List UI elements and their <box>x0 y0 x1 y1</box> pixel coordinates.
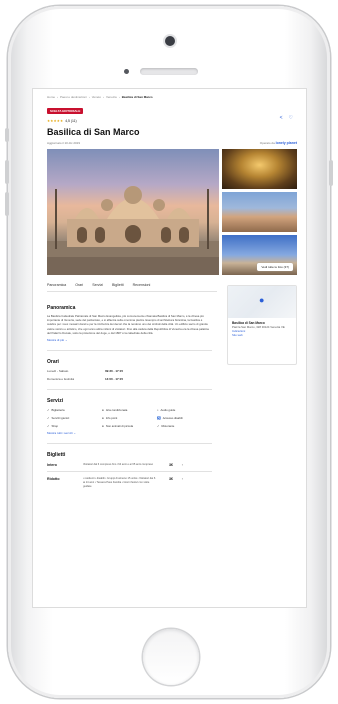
hours-day: Domenica e festività <box>47 377 75 382</box>
service-item: ✓ Ristorante <box>157 424 175 429</box>
hours-day: Lunedì - Sabato <box>47 369 69 374</box>
proximity-sensor <box>124 69 129 74</box>
source-credit: Operato da lonely planet <box>260 141 297 145</box>
square-photo[interactable] <box>222 192 297 232</box>
ticket-price: 3€ <box>169 463 173 468</box>
check-icon: ✓ <box>157 424 160 429</box>
power-button <box>329 160 333 186</box>
divider <box>47 350 212 352</box>
share-icon[interactable]: < <box>280 115 283 121</box>
map-preview[interactable]: ● <box>228 286 296 318</box>
chevron-right-icon: › <box>181 477 183 482</box>
divider <box>47 471 212 473</box>
rating: ★★★★★ 4,5 (11) <box>47 119 297 123</box>
service-item: ● Non animali di piccola <box>102 424 134 429</box>
screen: Home › Paesi e destinazioni › Veneto › Vene… <box>32 88 307 608</box>
service-item: ♿ Accesso disabili <box>157 416 183 421</box>
service-item: ✓ Servizi igienici <box>47 416 70 421</box>
meta-row: Aggiornato il 10 dic 2019 Operato da lon… <box>47 141 297 145</box>
service-item: ✓ Shop <box>47 424 59 429</box>
show-more-link[interactable]: Mostra di più ⌄ <box>47 338 212 342</box>
tab-overview[interactable]: Panoramica <box>47 283 66 287</box>
services-grid: ✓ Biglietteria ● Aria condizionata ♪ Audio … <box>47 408 212 428</box>
ticket-description: • residenti • disabili • Gruppi di almen… <box>83 477 156 489</box>
section-tabs: Panoramica Orari Servizi Biglietti Recen… <box>47 283 217 292</box>
campanile-photo[interactable]: Vedi tutte le foto (37) <box>222 235 297 275</box>
overview-text: La Basilica Cattedrale Patriarcale di Sa… <box>47 314 209 335</box>
tab-hours[interactable]: Orari <box>75 283 83 287</box>
map-card: ● Basilica di San Marco Piazza San Marco… <box>227 285 297 365</box>
tab-services[interactable]: Servizi <box>92 283 103 287</box>
chevron-right-icon: › <box>181 463 183 468</box>
volume-down-button <box>5 192 9 216</box>
ticket-row[interactable]: Intero Visitatori dal 6 compreso fino i … <box>47 463 212 467</box>
divider <box>47 443 212 445</box>
breadcrumb-region[interactable]: Veneto <box>92 95 101 99</box>
dot-icon: ● <box>102 416 104 421</box>
basilica-illustration <box>47 186 219 275</box>
overview-title: Panoramica <box>47 305 76 311</box>
check-icon: ✓ <box>47 416 50 421</box>
tickets-title: Biglietti <box>47 452 66 459</box>
tab-tickets[interactable]: Biglietti <box>112 283 124 287</box>
services-title: Servizi <box>47 398 64 405</box>
volume-up-button <box>5 160 9 184</box>
breadcrumb-current: Basilica di San Marco <box>121 95 153 99</box>
map-info: Basilica di San Marco Piazza San Marco, … <box>228 318 296 340</box>
breadcrumb-city[interactable]: Venezia <box>106 95 117 99</box>
show-all-services-link[interactable]: Mostra tutti i servizi ⌄ <box>47 431 212 435</box>
dot-icon: ● <box>102 408 104 413</box>
check-icon: ✓ <box>47 424 50 429</box>
tab-reviews[interactable]: Recensioni <box>133 283 151 287</box>
interior-photo[interactable] <box>222 149 297 189</box>
ticket-price: 3€ <box>169 477 173 482</box>
hours-row: Lunedì - Sabato 09:30 - 17:15 <box>47 369 212 373</box>
ticket-name: Intero <box>47 463 57 468</box>
page-title: Basilica di San Marco <box>47 127 140 137</box>
editorial-badge: SCELTA EDITORIALE <box>47 108 84 114</box>
front-camera <box>165 36 175 46</box>
check-icon: ✓ <box>47 408 50 413</box>
view-all-photos-button[interactable]: Vedi tutte le foto (37) <box>257 263 293 271</box>
header-actions: < ♡ <box>280 115 293 121</box>
divider <box>47 389 212 391</box>
heart-icon[interactable]: ♡ <box>289 115 293 121</box>
main-column: Panoramica La Basilica Cattedrale Patria… <box>47 305 212 489</box>
service-item: ● Aria condizionata <box>102 408 128 413</box>
service-item: ● Info point <box>102 416 118 421</box>
ticket-row[interactable]: Ridotto • residenti • disabili • Gruppi … <box>47 477 212 489</box>
hours-time: 14:00 - 17:15 <box>105 377 124 382</box>
service-item: ♪ Audio guide <box>157 408 176 413</box>
rating-stars: ★★★★★ <box>47 119 64 123</box>
hours-title: Orari <box>47 359 59 366</box>
ticket-description: Visitatori dal 6 compreso fino i 64 anni… <box>83 463 154 467</box>
dot-icon: ● <box>102 424 104 429</box>
hours-time: 09:30 - 17:15 <box>105 369 124 374</box>
page-content: Home › Paesi e destinazioni › Veneto › Vene… <box>47 95 297 488</box>
source-label: Operato da <box>259 141 275 145</box>
service-item: ✓ Biglietteria <box>47 408 65 413</box>
website-link[interactable]: Sito web <box>232 333 292 337</box>
music-icon: ♪ <box>157 408 159 413</box>
hours-row: Domenica e festività 14:00 - 17:15 <box>47 377 212 381</box>
map-pin-icon: ● <box>259 295 265 305</box>
main-photo[interactable] <box>47 149 219 275</box>
photo-gallery: Vedi tutte le foto (37) <box>47 149 297 275</box>
home-button[interactable] <box>143 629 199 685</box>
updated-date: Aggiornato il 10 dic 2019 <box>47 141 81 145</box>
wheelchair-icon: ♿ <box>157 416 161 421</box>
rating-value: 4,5 (11) <box>65 119 77 123</box>
ticket-name: Ridotto <box>47 477 60 482</box>
mute-switch <box>5 128 9 142</box>
brand-logo[interactable]: lonely planet <box>276 141 297 145</box>
earpiece-speaker <box>140 68 198 75</box>
